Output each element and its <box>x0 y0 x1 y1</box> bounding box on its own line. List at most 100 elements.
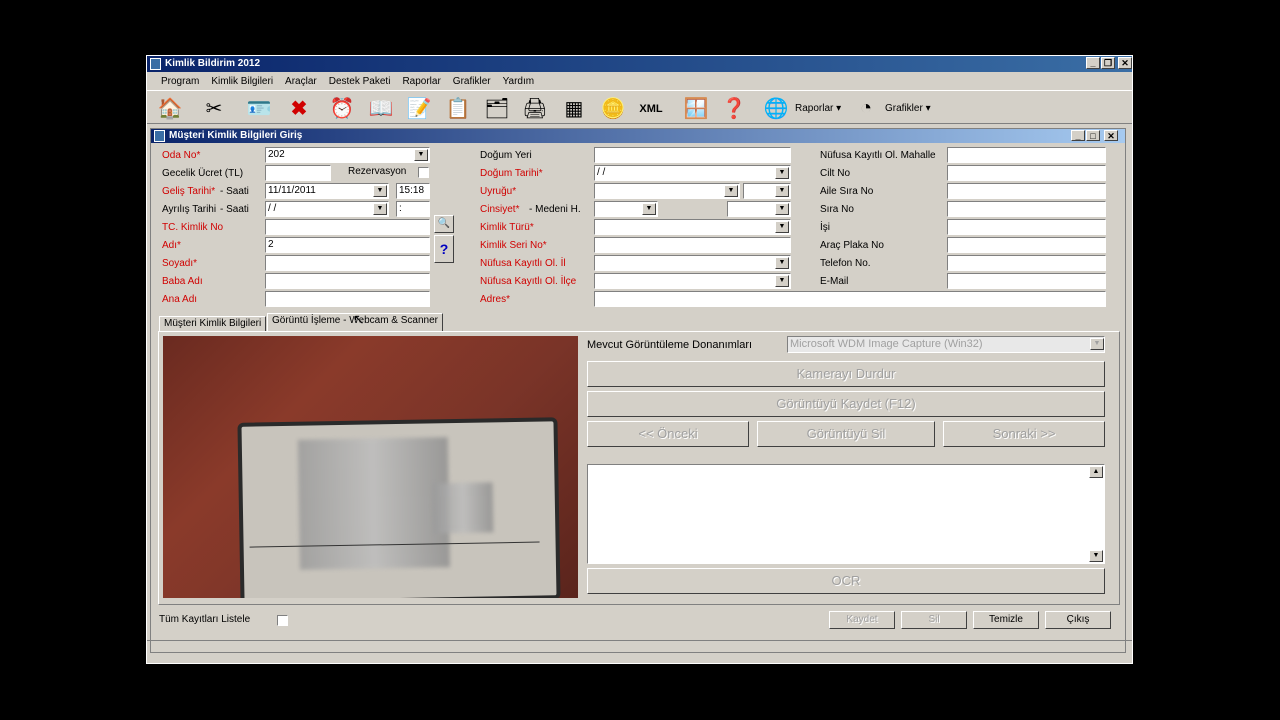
chevron-down-icon[interactable]: ▼ <box>775 257 789 269</box>
charts-icon[interactable]: ◔ <box>851 95 881 122</box>
book-icon[interactable]: 📖 <box>366 95 396 122</box>
ayrilis-date-input[interactable]: / / <box>265 201 389 217</box>
adres-label: Adres* <box>480 294 511 305</box>
menu-program[interactable]: Program <box>155 73 205 90</box>
isi-input[interactable] <box>947 219 1106 235</box>
rezervasyon-checkbox[interactable] <box>418 167 429 178</box>
email-input[interactable] <box>947 273 1106 289</box>
menu-raporlar[interactable]: Raporlar <box>396 73 446 90</box>
form-maximize-button[interactable]: □ <box>1086 130 1100 141</box>
sira-no-input[interactable] <box>947 201 1106 217</box>
baba-adi-input[interactable] <box>265 273 430 289</box>
chevron-down-icon[interactable]: ▼ <box>1090 338 1104 350</box>
reports-icon[interactable]: 🌐 <box>761 95 791 122</box>
dogum-yeri-input[interactable] <box>594 147 791 163</box>
soyadi-input[interactable] <box>265 255 430 271</box>
id-card-icon[interactable]: 🪪 <box>244 95 274 122</box>
next-button[interactable]: Sonraki >> <box>943 421 1105 447</box>
delete-button[interactable]: Sil <box>901 611 967 629</box>
chevron-down-icon[interactable]: ▼ <box>775 275 789 287</box>
device-select[interactable]: Microsoft WDM Image Capture (Win32) <box>787 336 1105 353</box>
chevron-down-icon[interactable]: ▼ <box>775 185 789 197</box>
cilt-no-input[interactable] <box>947 165 1106 181</box>
windows-icon[interactable]: 🪟 <box>681 95 711 122</box>
uyrugu-select[interactable] <box>594 183 740 199</box>
kimlik-turu-select[interactable] <box>594 219 791 235</box>
chevron-down-icon[interactable]: ▼ <box>775 203 789 215</box>
ocr-text-area[interactable] <box>587 464 1105 564</box>
help-icon[interactable]: ❓ <box>719 95 749 122</box>
help-question-icon[interactable]: ? <box>434 235 454 263</box>
ana-adi-input[interactable] <box>265 291 430 307</box>
blurred-region <box>297 437 450 570</box>
adi-input[interactable]: 2 <box>265 237 430 253</box>
clock-icon[interactable]: ⏰ <box>327 95 357 122</box>
tc-kimlik-input[interactable] <box>265 219 430 235</box>
ocr-button[interactable]: OCR <box>587 568 1105 594</box>
menubar: Program Kimlik Bilgileri Araçlar Destek Pak… <box>155 73 540 90</box>
menu-kimlik-bilgileri[interactable]: Kimlik Bilgileri <box>205 73 279 90</box>
xml-icon[interactable]: XML <box>636 95 666 122</box>
nufus-il-select[interactable] <box>594 255 791 271</box>
minimize-button[interactable]: _ <box>1086 57 1100 69</box>
form-icon[interactable]: 🗂 <box>482 95 512 122</box>
chevron-down-icon[interactable]: ▼ <box>414 149 428 161</box>
list-all-checkbox[interactable] <box>277 615 288 626</box>
imaging-panel: Mevcut Görüntüleme Donanımları Microsoft… <box>158 331 1120 605</box>
plaka-input[interactable] <box>947 237 1106 253</box>
scroll-down-icon[interactable]: ▼ <box>1089 550 1103 562</box>
delete-image-button[interactable]: Görüntüyü Sil <box>757 421 935 447</box>
close-button[interactable]: ✕ <box>1118 57 1132 69</box>
delete-icon[interactable]: ✖ <box>284 95 314 122</box>
adres-input[interactable] <box>594 291 1106 307</box>
form-minimize-button[interactable]: _ <box>1071 130 1085 141</box>
reports-dropdown[interactable]: Raporlar ▾ <box>795 102 841 116</box>
ayrilis-time-input[interactable]: : <box>396 201 430 217</box>
aile-sira-input[interactable] <box>947 183 1106 199</box>
oda-no-select[interactable]: 202 <box>265 147 430 163</box>
chevron-down-icon[interactable]: ▼ <box>724 185 738 197</box>
stop-camera-button[interactable]: Kamerayı Durdur <box>587 361 1105 387</box>
kimlik-seri-input[interactable] <box>594 237 791 253</box>
printer-icon[interactable]: 🖨 <box>520 95 550 122</box>
list-icon[interactable]: 📋 <box>443 95 473 122</box>
dogum-tarihi-input[interactable]: / / <box>594 165 791 181</box>
search-icon[interactable]: 🔍 <box>434 215 454 233</box>
home-icon[interactable]: 🏠 <box>155 95 185 122</box>
maximize-button[interactable]: ❐ <box>1101 57 1115 69</box>
chevron-down-icon[interactable]: ▼ <box>775 167 789 179</box>
gelis-tarihi-label: Geliş Tarihi* <box>162 186 216 197</box>
clear-button[interactable]: Temizle <box>973 611 1039 629</box>
previous-button[interactable]: << Önceki <box>587 421 749 447</box>
save-image-button[interactable]: Görüntüyü Kaydet (F12) <box>587 391 1105 417</box>
nufus-ilce-select[interactable] <box>594 273 791 289</box>
notes-icon[interactable]: 📝 <box>404 95 434 122</box>
chevron-down-icon[interactable]: ▼ <box>642 203 656 215</box>
telefon-input[interactable] <box>947 255 1106 271</box>
toolbar: 🏠 ✂ 🪪 ✖ ⏰ 📖 📝 📋 🗂 🖨 ▦ 🪙 XML 🪟 ❓ 🌐 Raporl… <box>147 90 1132 124</box>
save-button[interactable]: Kaydet <box>829 611 895 629</box>
gecelik-input[interactable] <box>265 165 331 181</box>
telefon-label: Telefon No. <box>820 258 871 269</box>
mahalle-input[interactable] <box>947 147 1106 163</box>
chevron-down-icon[interactable]: ▼ <box>775 221 789 233</box>
tab-musteri-kimlik[interactable]: Müşteri Kimlik Bilgileri <box>159 316 267 332</box>
coins-icon[interactable]: 🪙 <box>598 95 628 122</box>
tools-icon[interactable]: ✂ <box>199 95 229 122</box>
gelis-date-input[interactable]: 11/11/2011 <box>265 183 389 199</box>
exit-button[interactable]: Çıkış <box>1045 611 1111 629</box>
aile-sira-label: Aile Sıra No <box>820 186 874 197</box>
gelis-time-input[interactable]: 15:18 <box>396 183 430 199</box>
scroll-up-icon[interactable]: ▲ <box>1089 466 1103 478</box>
dogum-tarihi-label: Doğum Tarihi* <box>480 168 543 179</box>
ayrilis-saati-label: - Saati <box>220 204 249 215</box>
chevron-down-icon[interactable]: ▼ <box>373 203 387 215</box>
menu-yardim[interactable]: Yardım <box>497 73 541 90</box>
calendar-grid-icon[interactable]: ▦ <box>559 95 589 122</box>
menu-destek-paketi[interactable]: Destek Paketi <box>323 73 397 90</box>
charts-dropdown[interactable]: Grafikler ▾ <box>885 102 931 116</box>
chevron-down-icon[interactable]: ▼ <box>373 185 387 197</box>
form-close-button[interactable]: ✕ <box>1104 130 1118 141</box>
menu-grafikler[interactable]: Grafikler <box>447 73 497 90</box>
menu-araclar[interactable]: Araçlar <box>279 73 323 90</box>
